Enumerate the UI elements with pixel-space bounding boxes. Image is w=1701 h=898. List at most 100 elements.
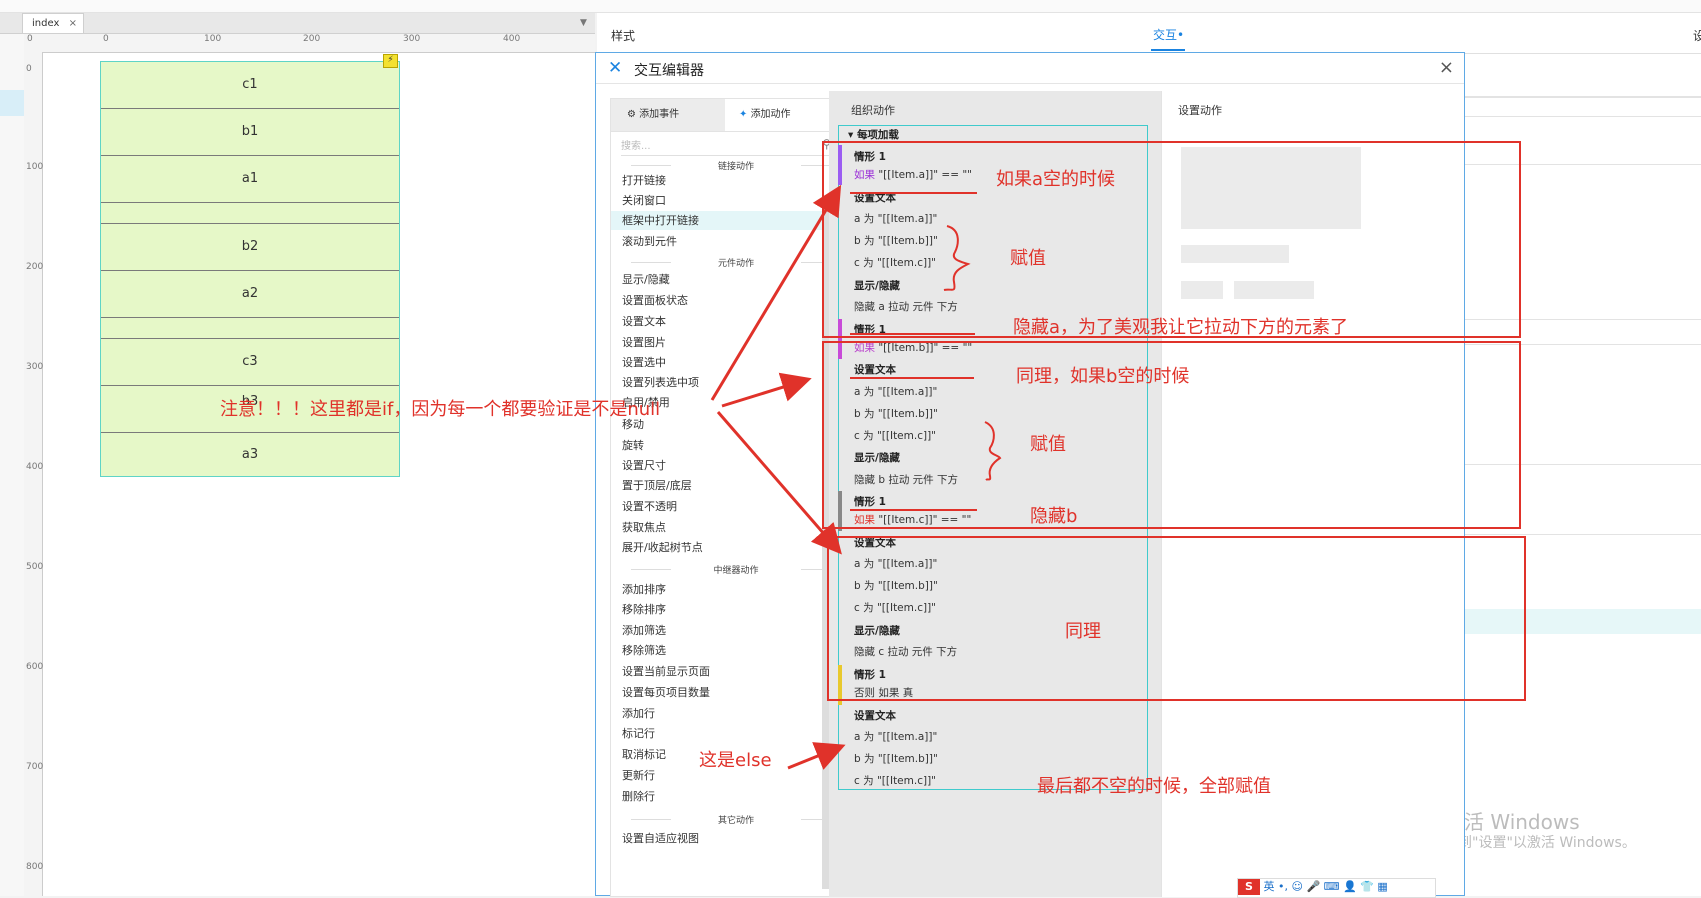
action-detail[interactable]: c 为 "[[Item.c]]" [854,773,936,788]
annotation-hide-b: 隐藏b [1030,506,1078,527]
action-item[interactable]: 框架中打开链接 [611,211,832,230]
action-item[interactable]: 置于顶层/底层 [622,476,822,495]
annotation-box [827,536,1526,701]
divider [1464,96,1701,98]
action-item[interactable]: 移除排序 [622,600,822,619]
annotation-assign: 赋值 [1030,434,1066,455]
repeater-cell[interactable]: c3 [101,339,399,386]
pane-header: 组织动作 [851,104,895,117]
annotation-underline [850,333,975,335]
ruler-tick: 100 [26,162,44,172]
lightning-icon[interactable]: ⚡ [383,54,398,68]
ime-tools-icons[interactable]: •, ☺ 🎤 ⌨ 👤 👕 ▦ [1278,880,1388,893]
ruler-tick: 600 [26,662,44,672]
action-item[interactable]: 标记行 [622,724,822,743]
tab-interaction[interactable]: 交互• [1153,26,1184,43]
ruler-tick: 400 [26,462,44,472]
close-icon[interactable]: × [69,14,77,33]
action-item[interactable]: 显示/隐藏 [622,270,822,289]
action-item[interactable]: 设置每页项目数量 [622,683,822,702]
action-item[interactable]: 添加行 [622,704,822,723]
ime-toolbar[interactable]: S 英 •, ☺ 🎤 ⌨ 👤 👕 ▦ [1237,878,1436,898]
action-item[interactable]: 设置尺寸 [622,456,822,475]
annotation-assign: 赋值 [1010,248,1046,269]
tab-label: index [32,18,60,29]
annotation-a-empty: 如果a空的时候 [996,169,1116,190]
ruler-tick: 300 [403,34,421,44]
divider [1464,534,1701,535]
action-item[interactable]: 设置列表选中项 [622,373,822,392]
repeater-cell[interactable]: b2 [101,224,399,271]
repeater-cell[interactable]: b1 [101,109,399,156]
action-item[interactable]: 设置当前显示页面 [622,662,822,681]
left-sidebar-strip [0,34,25,896]
search-placeholder: 搜索... [621,141,651,152]
action-item[interactable]: 旋转 [622,436,822,455]
repeater-cell[interactable]: c1 [101,62,399,109]
event-name[interactable]: ▾ 每项加载 [848,127,899,142]
event-icon: ⚙ [627,109,640,120]
action-item[interactable]: 添加排序 [622,580,822,599]
tab-clipped[interactable]: 设 [1693,27,1701,44]
event-label: 每项加载 [856,129,899,141]
action-detail[interactable]: b 为 "[[Item.b]]" [854,751,938,766]
ruler-tick: 400 [503,34,521,44]
section-widget-actions: 元件动作 [631,256,841,269]
action-item[interactable]: 关闭窗口 [622,191,822,210]
action-item[interactable]: 移除筛选 [622,641,822,660]
section-other-actions: 其它动作 [631,813,841,826]
action-item[interactable]: 滚动到元件 [622,232,822,251]
tab-add-event[interactable]: ⚙ 添加事件 [611,99,725,131]
sidebar-selected-item[interactable] [0,90,24,116]
vertical-ruler: 0 100 200 300 400 500 600 700 800 [24,52,43,896]
ruler-tick: 200 [303,34,321,44]
action-item[interactable]: 设置文本 [622,312,822,331]
repeater-cell[interactable] [101,203,399,224]
repeater-cell[interactable]: a2 [101,271,399,318]
top-toolbar-strip [0,0,1701,13]
tab-add-action[interactable]: ✦ 添加动作 [725,99,838,131]
action-set-text[interactable]: 设置文本 [854,708,896,723]
action-library-pane: ⚙ 添加事件 ✦ 添加动作 搜索... ⚲ 链接动作 打开链接 关闭窗口 框架中… [610,98,841,897]
sogou-logo-icon: S [1238,879,1260,895]
annotation-box [822,141,1521,338]
chevron-down-icon[interactable]: ▼ [580,18,587,28]
action-item[interactable]: 展开/收起树节点 [622,538,822,557]
annotation-hide-a: 隐藏a，为了美观我让它拉动下方的元素了 [1013,317,1349,338]
action-detail[interactable]: a 为 "[[Item.a]]" [854,729,937,744]
search-input[interactable]: 搜索... ⚲ [621,137,831,156]
ruler-tick: 800 [26,862,44,872]
annotation-else: 这是else [699,750,772,771]
tab-label: 添加动作 [750,109,791,120]
divider [1464,116,1701,117]
annotation-underline [850,192,977,194]
repeater-cell[interactable] [101,318,399,339]
magic-wand-icon: ✦ [739,109,751,120]
ruler-tick: 0 [27,34,33,44]
annotation-underline [850,377,974,379]
dialog-title: 交互编辑器 [634,63,704,79]
repeater-cell[interactable]: a3 [101,433,399,477]
tab-style[interactable]: 样式 [611,27,635,44]
ime-language[interactable]: 英 [1264,880,1275,893]
action-item[interactable]: 设置不透明 [622,497,822,516]
repeater-cell[interactable]: a1 [101,156,399,203]
action-item[interactable]: 获取焦点 [622,518,822,537]
action-item[interactable]: 设置面板状态 [622,291,822,310]
action-item[interactable]: 设置图片 [622,333,822,352]
horizontal-ruler: 0 0 100 200 300 400 [24,34,595,53]
action-item[interactable]: 设置选中 [622,353,822,372]
ruler-tick: 100 [204,34,222,44]
annotation-note-if: 注意！！！这里都是if，因为每一个都要验证是不是null [220,399,661,420]
section-repeater-actions: 中继器动作 [631,563,841,576]
action-item[interactable]: 设置自适应视图 [622,829,822,848]
close-icon[interactable]: × [1439,57,1454,78]
tab-index[interactable]: index × [22,13,84,33]
action-item[interactable]: 删除行 [622,787,822,806]
action-item[interactable]: 添加筛选 [622,621,822,640]
activation-watermark-sub: 转到"设置"以激活 Windows。 [1444,835,1636,851]
pane-tabs: ⚙ 添加事件 ✦ 添加动作 [611,99,838,132]
ruler-tick: 200 [26,262,44,272]
action-item[interactable]: 打开链接 [622,171,822,190]
annotation-final: 最后都不空的时候，全部赋值 [1037,776,1271,797]
